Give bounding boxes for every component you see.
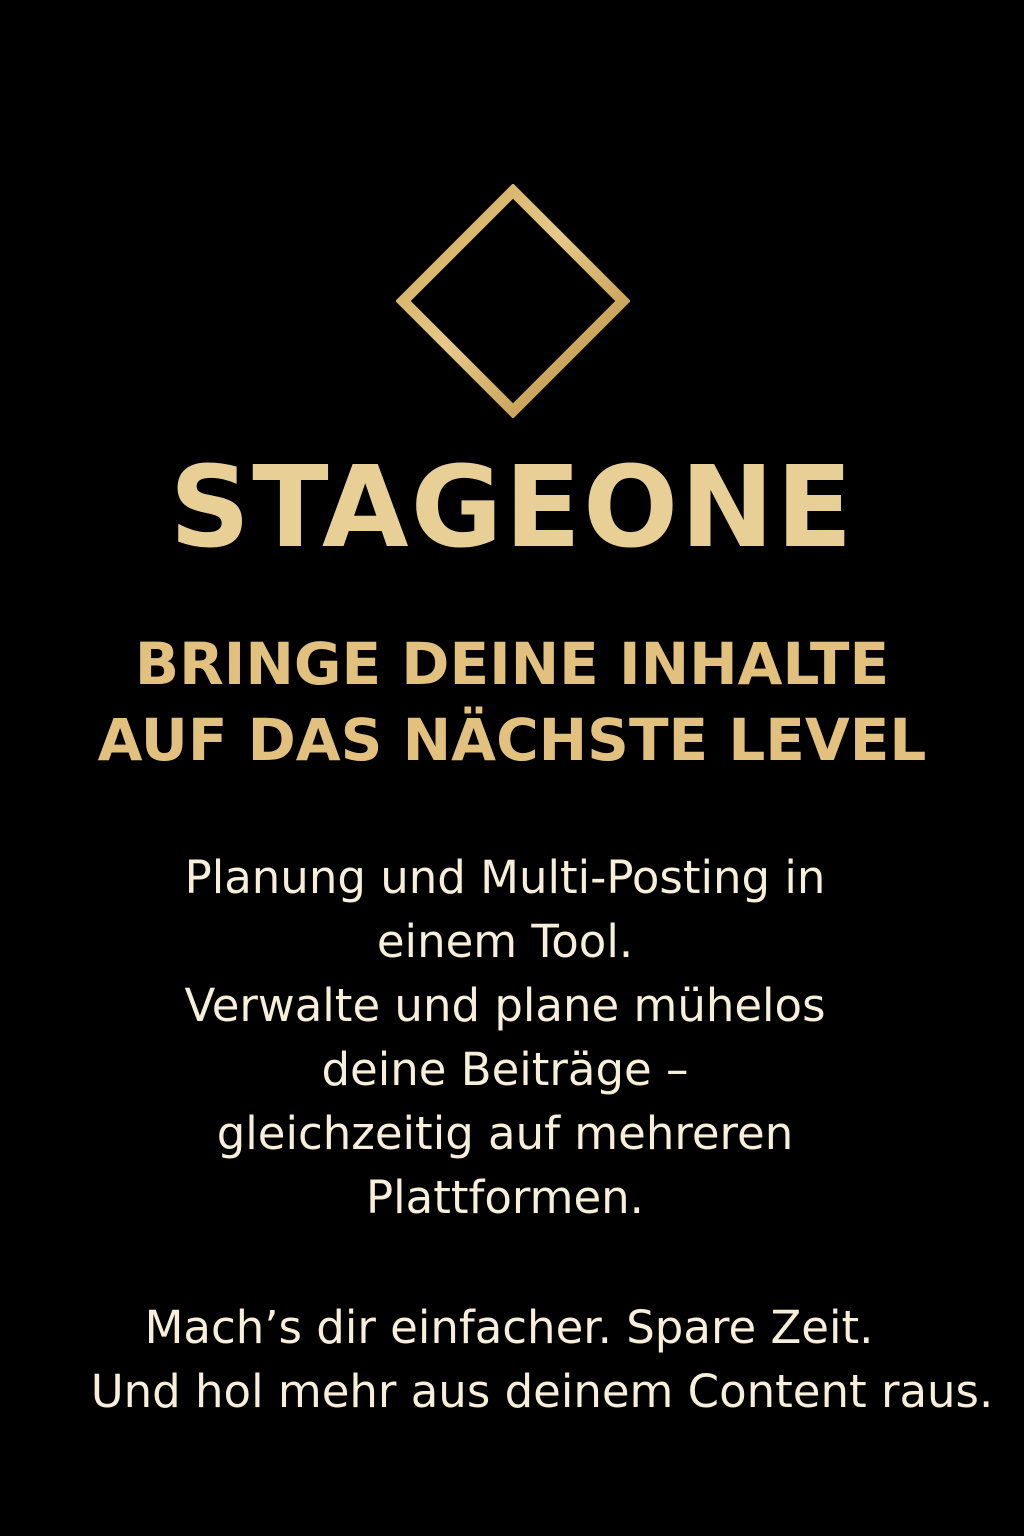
logo-mark	[395, 183, 631, 419]
diamond-split-icon	[395, 183, 631, 419]
closing-line: Mach’s dir einfacher. Spare Zeit.	[144, 1301, 874, 1354]
brand-name: STAGEONE	[169, 443, 855, 573]
description-line: Plattformen.	[366, 1171, 644, 1224]
closing-line: Und hol mehr aus deinem Content raus.	[90, 1365, 994, 1418]
description-line: deine Beiträge –	[321, 1043, 689, 1096]
description-line: Verwalte und plane mühelos	[184, 979, 826, 1032]
headline-line: AUF DAS NÄCHSTE LEVEL	[97, 706, 927, 774]
closing-text: Mach’s dir einfacher. Spare Zeit. Und ho…	[0, 1296, 1024, 1424]
headline: BRINGE DEINE INHALTE AUF DAS NÄCHSTE LEV…	[0, 626, 1024, 778]
description-line: gleichzeitig auf mehreren	[216, 1107, 794, 1160]
description: Planung und Multi-Posting in einem Tool.…	[0, 846, 1010, 1230]
description-line: einem Tool.	[376, 915, 634, 968]
headline-line: BRINGE DEINE INHALTE	[134, 630, 890, 698]
description-line: Planung und Multi-Posting in	[184, 851, 826, 904]
page: STAGEONE BRINGE DEINE INHALTE AUF DAS NÄ…	[0, 0, 1024, 1536]
